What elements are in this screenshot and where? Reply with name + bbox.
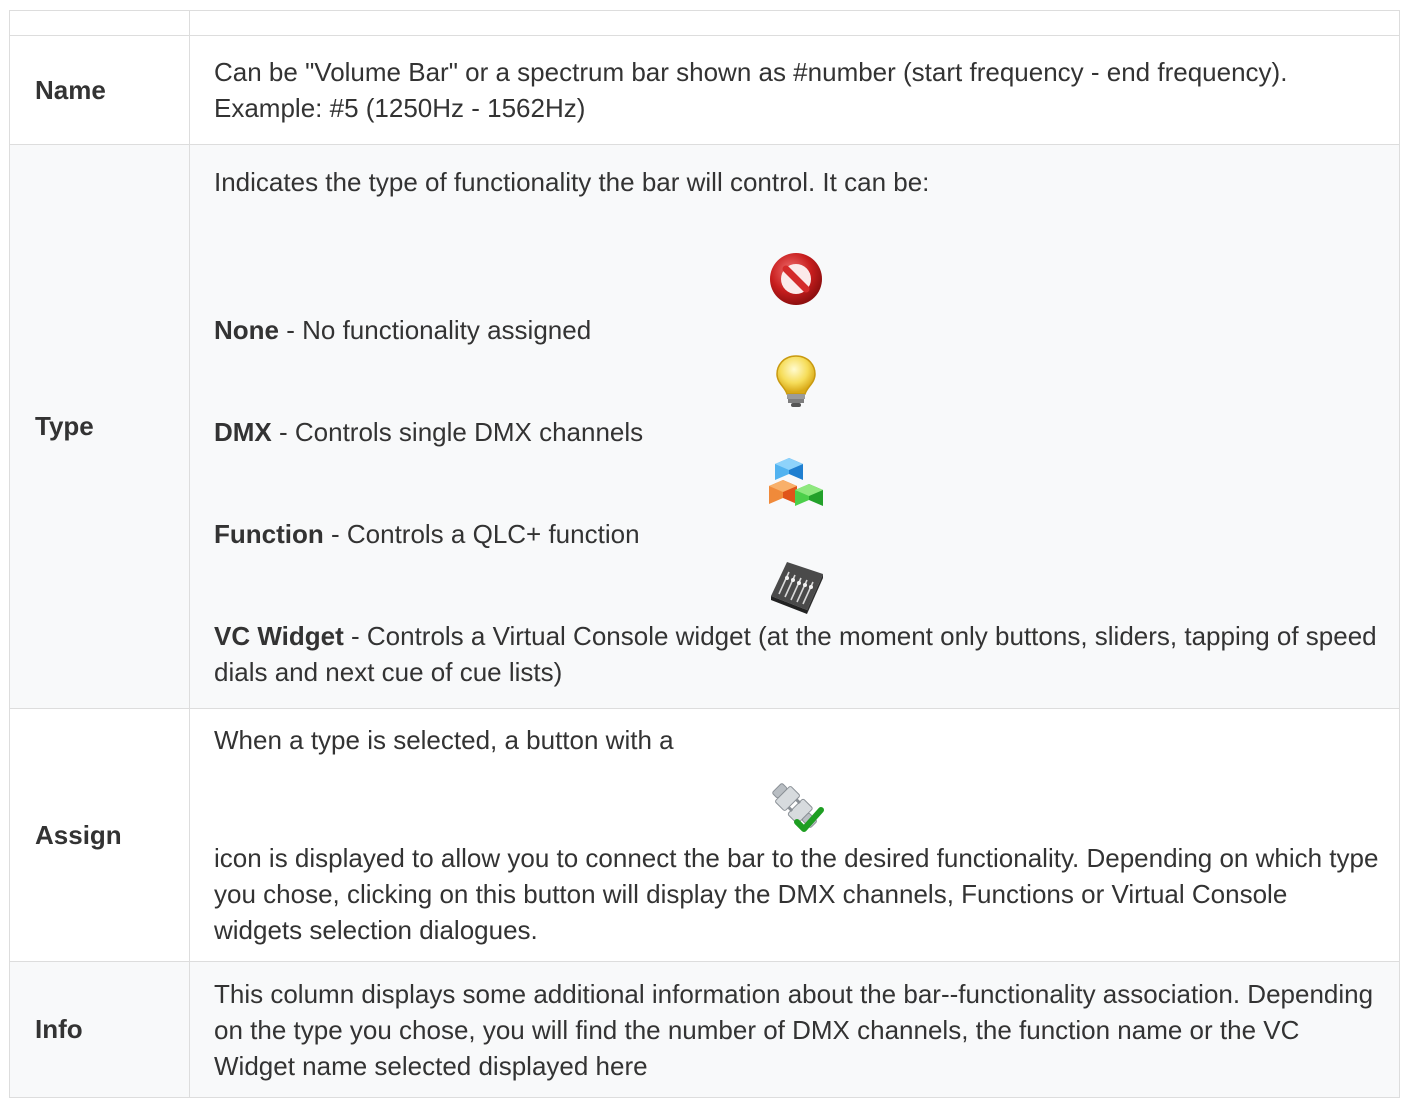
type-option-dmx: DMX - Controls single DMX channels (214, 414, 1379, 450)
table-row-type: Type Indicates the type of functionality… (9, 144, 1400, 709)
option-desc: - Controls a QLC+ function (323, 518, 640, 549)
assign-text-after: icon is displayed to allow you to connec… (214, 843, 1379, 945)
header-cell-1 (9, 10, 190, 36)
row-label-type: Type (9, 144, 190, 709)
row-desc-type: Indicates the type of functionality the … (189, 144, 1400, 709)
row-label-assign: Assign (9, 708, 190, 962)
table-header-row (9, 10, 1400, 36)
option-desc: - Controls single DMX channels (271, 416, 644, 447)
cubes-icon (767, 454, 825, 512)
row-label-name: Name (9, 35, 190, 145)
plug-check-icon (767, 778, 825, 836)
row-desc-name: Can be "Volume Bar" or a spectrum bar sh… (189, 35, 1400, 145)
mixer-console-icon (767, 556, 825, 614)
option-desc: - No functionality assigned (279, 314, 592, 345)
header-cell-2 (189, 10, 1400, 36)
no-entry-icon (767, 250, 825, 308)
properties-table: Name Can be "Volume Bar" or a spectrum b… (9, 10, 1400, 1098)
table-row-name: Name Can be "Volume Bar" or a spectrum b… (9, 35, 1400, 145)
lightbulb-icon (767, 352, 825, 410)
option-name: Function (214, 518, 324, 549)
type-option-function: Function - Controls a QLC+ function (214, 516, 1379, 552)
name-description: Can be "Volume Bar" or a spectrum bar sh… (214, 57, 1288, 123)
table-row-info: Info This column displays some additiona… (9, 961, 1400, 1098)
type-option-vc-widget: VC Widget - Controls a Virtual Console w… (214, 618, 1379, 690)
row-desc-assign: When a type is selected, a button with a (189, 708, 1400, 962)
option-name: VC Widget (214, 620, 344, 651)
option-name: None (214, 314, 279, 345)
info-description: This column displays some additional inf… (214, 978, 1374, 1081)
assign-text-before: When a type is selected, a button with a (214, 725, 674, 755)
row-desc-info: This column displays some additional inf… (189, 961, 1400, 1098)
type-intro: Indicates the type of functionality the … (214, 166, 930, 197)
option-desc: - Controls a Virtual Console widget (at … (214, 620, 1377, 687)
option-name: DMX (214, 416, 272, 447)
row-label-info: Info (9, 961, 190, 1098)
type-option-none: None - No functionality assigned (214, 312, 1379, 348)
table-row-assign: Assign When a type is selected, a button… (9, 708, 1400, 962)
